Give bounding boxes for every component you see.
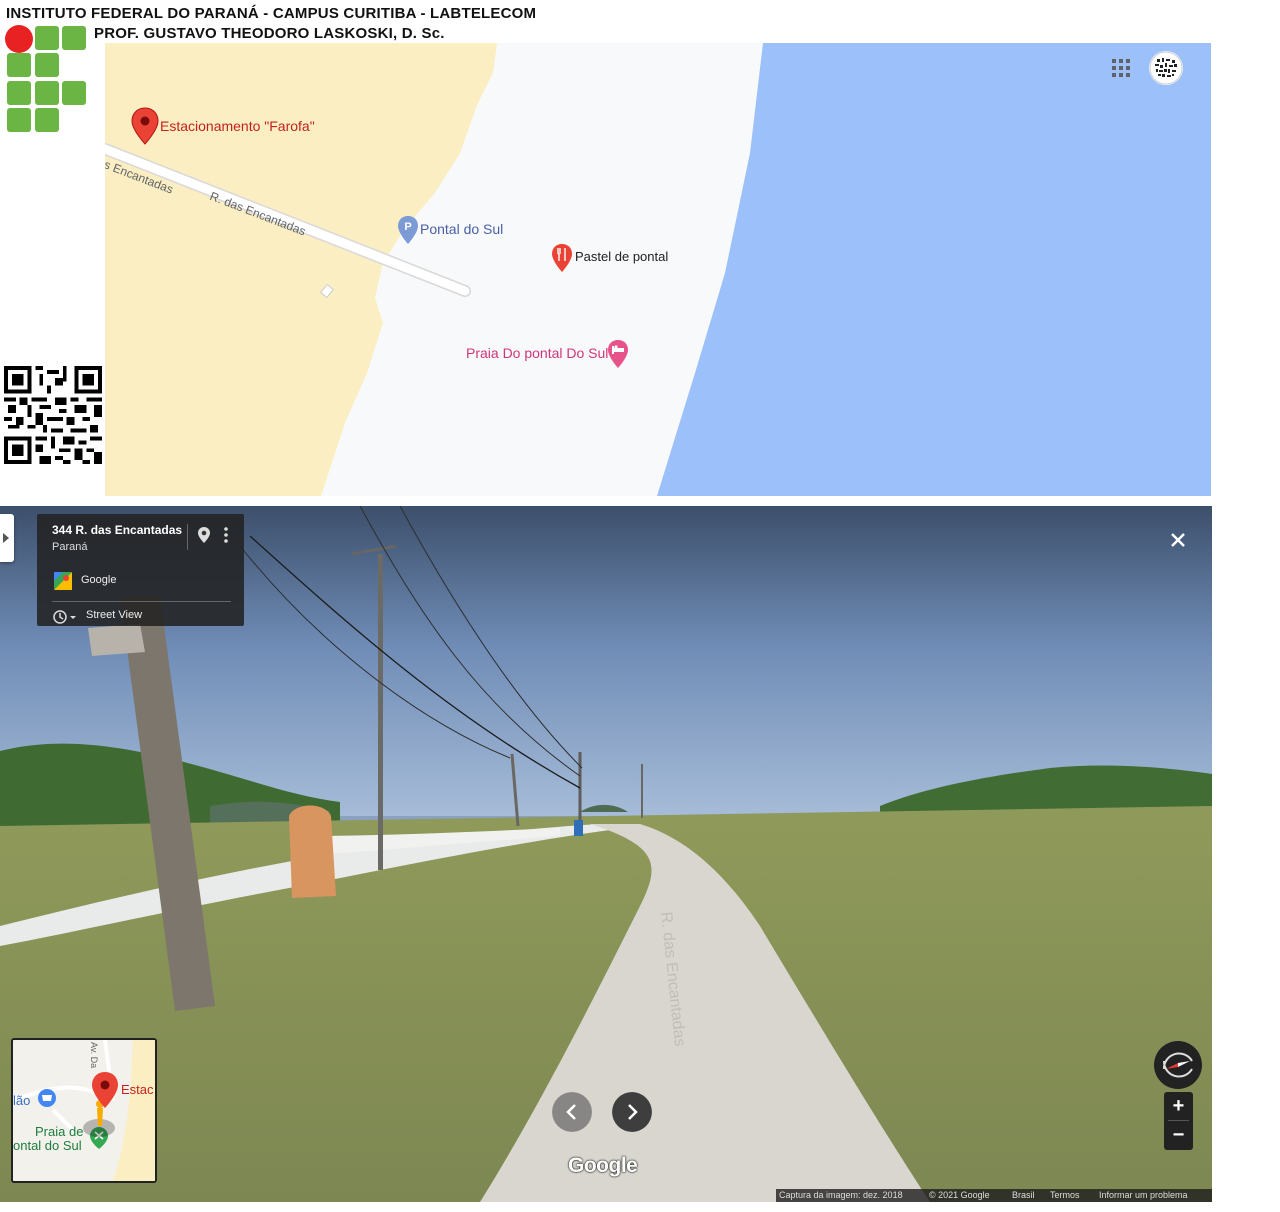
zoom-out-button[interactable]: − <box>1164 1121 1193 1149</box>
minimap-label-beach-2: ontal do Sul <box>13 1138 82 1153</box>
minimap-label-beach-1: Praia de <box>35 1124 84 1139</box>
place-parking-label[interactable]: Estacionamento "Farofa" <box>160 118 315 134</box>
street-view-footer: Captura da imagem: dez. 2018 © 2021 Goog… <box>776 1189 1212 1202</box>
header-line-1: INSTITUTO FEDERAL DO PARANÁ - CAMPUS CUR… <box>6 5 537 22</box>
svg-text:P: P <box>404 221 411 233</box>
card-divider <box>187 524 188 550</box>
terms-link[interactable]: Termos <box>1050 1189 1080 1202</box>
zoom-in-button[interactable]: + <box>1164 1092 1193 1120</box>
minimap-label-left: lão <box>13 1093 31 1108</box>
minimap-label-right: Estac <box>121 1082 154 1097</box>
ifpr-logo <box>5 25 88 134</box>
previous-arrow-icon[interactable] <box>552 1092 592 1132</box>
qr-code <box>4 366 102 464</box>
place-pontal-label[interactable]: Pontal do Sul <box>420 221 503 237</box>
address-title: 344 R. das Encantadas <box>52 523 183 537</box>
compass-icon <box>1162 1052 1193 1078</box>
place-pastel-label[interactable]: Pastel de pontal <box>575 249 668 264</box>
map-background <box>105 43 1211 496</box>
chevron-right-icon <box>3 533 9 543</box>
google-maps-logo-icon <box>54 572 72 590</box>
street-view-label: Street View <box>86 609 143 621</box>
minimap[interactable]: lão Praia de ontal do Sul Estac Av. Da <box>11 1038 157 1183</box>
capture-date: Captura da imagem: dez. 2018 <box>779 1190 903 1200</box>
next-arrow-icon[interactable] <box>612 1092 652 1132</box>
collapse-panel-button[interactable] <box>0 514 14 562</box>
place-praia-label[interactable]: Praia Do pontal Do Sul <box>466 345 608 361</box>
minimap-red-pin-icon <box>92 1072 118 1108</box>
card-separator <box>52 601 231 602</box>
close-icon[interactable] <box>1166 528 1190 552</box>
apps-grid-icon[interactable] <box>1112 59 1130 77</box>
zoom-control: + − <box>1164 1092 1193 1150</box>
location-pin-icon[interactable] <box>197 526 211 544</box>
country-link[interactable]: Brasil <box>1012 1189 1035 1202</box>
history-dropdown-icon[interactable] <box>52 609 78 625</box>
hotel-pin-icon[interactable] <box>607 339 629 369</box>
map-view[interactable]: as Encantadas R. das Encantadas Estacion… <box>105 43 1211 496</box>
header-line-2: PROF. GUSTAVO THEODORO LASKOSKI, D. Sc. <box>94 25 445 42</box>
google-watermark: Google <box>568 1154 638 1177</box>
street-view-panel[interactable]: 344 R. das Encantadas Paraná Google Stre… <box>0 506 1212 1202</box>
minimap-label-road: Av. Da <box>89 1042 99 1069</box>
restaurant-pin-icon[interactable] <box>551 243 573 273</box>
red-pin-icon[interactable] <box>131 106 159 146</box>
copyright: © 2021 Google <box>929 1190 990 1200</box>
parking-pin-icon[interactable]: P <box>397 215 419 245</box>
provider-label[interactable]: Google <box>81 574 116 586</box>
account-avatar-icon[interactable] <box>1149 51 1183 85</box>
minimap-shop-icon <box>38 1089 56 1107</box>
street-view-info-card: 344 R. das Encantadas Paraná Google Stre… <box>37 514 244 626</box>
compass-control[interactable] <box>1154 1041 1202 1089</box>
address-state: Paraná <box>52 541 88 553</box>
more-options-icon[interactable] <box>221 526 231 544</box>
report-problem-link[interactable]: Informar um problema <box>1099 1189 1188 1202</box>
